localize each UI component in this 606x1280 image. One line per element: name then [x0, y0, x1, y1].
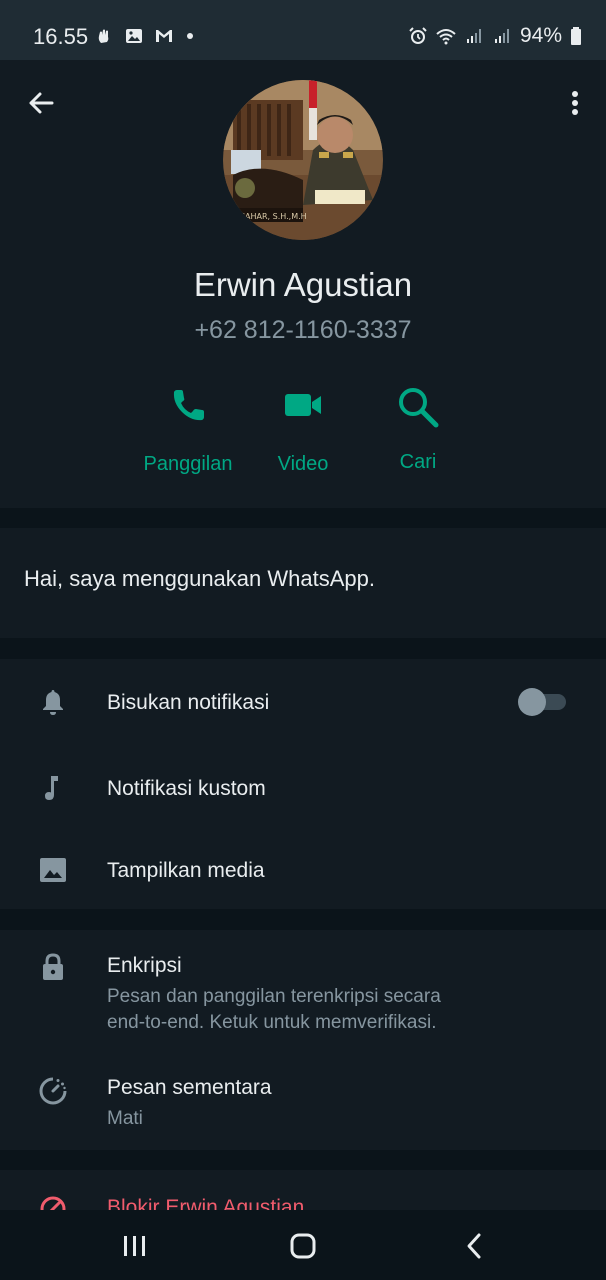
disappearing-messages-row[interactable]: Pesan sementara Mati	[0, 1050, 606, 1150]
video-label: Video	[277, 453, 329, 475]
back-icon[interactable]	[460, 1232, 490, 1260]
encryption-desc-line2: end-to-end. Ketuk untuk memverifikasi.	[107, 1012, 437, 1033]
block-contact-row[interactable]: Blokir Erwin Agustian	[0, 1170, 606, 1212]
battery-icon	[571, 27, 581, 45]
contact-phone: +62 812-1160-3337	[194, 316, 412, 344]
hand-icon	[98, 29, 109, 43]
disappearing-label: Pesan sementara	[107, 1076, 272, 1099]
back-arrow-icon[interactable]	[26, 88, 56, 118]
search-icon	[399, 388, 439, 428]
contact-name: Erwin Agustian	[193, 266, 413, 303]
encryption-label: Enkripsi	[107, 954, 182, 977]
custom-notification-row[interactable]: Notifikasi kustom	[0, 747, 606, 829]
video-button[interactable]: Video	[243, 385, 363, 476]
call-button[interactable]: Panggilan	[128, 385, 248, 476]
avatar-caption: HAHAR, S.H.,M.H	[239, 212, 307, 221]
profile-header: HAHAR, S.H.,M.H Erwin Agustian +62 812-1…	[0, 60, 606, 508]
avatar[interactable]: HAHAR, S.H.,M.H	[223, 80, 383, 240]
mute-row[interactable]: Bisukan notifikasi	[0, 659, 606, 747]
avatar-photo: HAHAR, S.H.,M.H	[223, 80, 383, 240]
encryption-desc-line1: Pesan dan panggilan terenkripsi secara	[107, 986, 441, 1007]
battery-percent: 94%	[519, 24, 562, 47]
dot-icon	[187, 33, 193, 39]
status-right: 94%	[408, 24, 582, 48]
wifi-icon	[436, 29, 456, 45]
security-settings: Enkripsi Pesan dan panggilan terenkripsi…	[0, 930, 606, 1150]
music-note-icon	[45, 776, 58, 800]
status-left-icons	[94, 26, 204, 46]
media-row[interactable]: Tampilkan media	[0, 829, 606, 909]
gmail-icon	[156, 30, 172, 42]
disappearing-value: Mati	[107, 1108, 143, 1129]
about-text: Hai, saya menggunakan WhatsApp.	[24, 566, 375, 591]
about-section[interactable]: Hai, saya menggunakan WhatsApp.	[0, 528, 606, 638]
recents-icon[interactable]	[120, 1232, 150, 1260]
more-vertical-icon[interactable]	[566, 88, 584, 118]
custom-notification-label: Notifikasi kustom	[107, 777, 266, 800]
notification-settings: Bisukan notifikasi Notifikasi kustom Tam…	[0, 659, 606, 909]
mute-toggle[interactable]	[518, 688, 568, 716]
timer-icon	[39, 1077, 67, 1105]
signal-icon	[466, 29, 481, 43]
toggle-knob	[518, 688, 546, 716]
alarm-icon	[409, 27, 427, 44]
system-nav-bar	[0, 1210, 606, 1280]
encryption-row[interactable]: Enkripsi Pesan dan panggilan terenkripsi…	[0, 930, 606, 1050]
status-time: 16.55	[33, 24, 89, 49]
image-icon	[126, 29, 142, 43]
search-button[interactable]: Cari	[358, 385, 478, 474]
video-icon	[285, 394, 321, 416]
search-label: Cari	[399, 451, 437, 473]
media-label: Tampilkan media	[107, 859, 265, 882]
mute-label: Bisukan notifikasi	[107, 691, 270, 714]
bell-icon	[43, 690, 63, 715]
call-label: Panggilan	[143, 453, 233, 475]
image-icon	[40, 858, 66, 882]
home-icon[interactable]	[288, 1232, 318, 1260]
signal-icon	[494, 29, 509, 43]
phone-icon	[173, 390, 204, 421]
lock-icon	[43, 953, 63, 980]
